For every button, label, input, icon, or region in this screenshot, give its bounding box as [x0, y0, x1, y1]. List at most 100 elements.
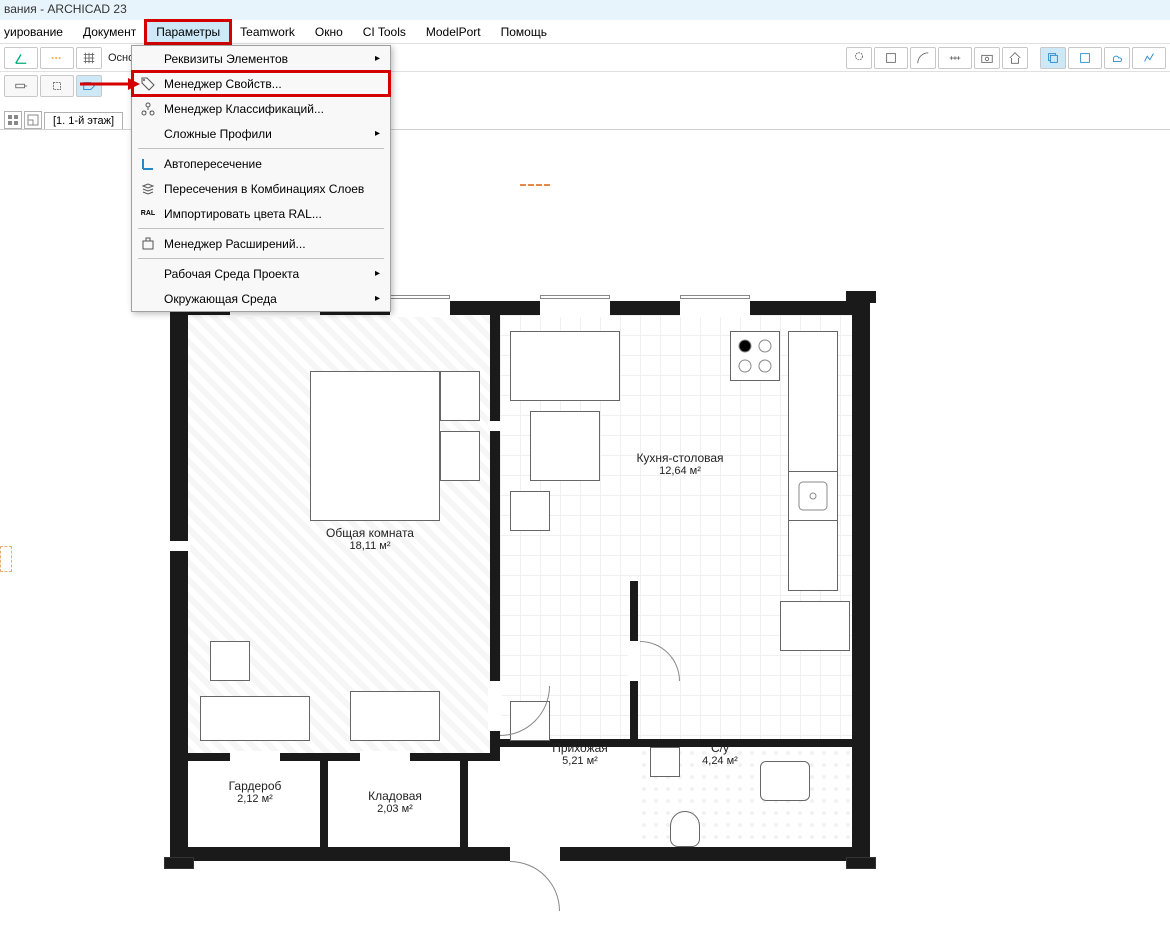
- section-marker: [520, 184, 550, 188]
- menu-teamwork[interactable]: Teamwork: [230, 21, 305, 43]
- door-opening: [230, 751, 280, 763]
- menu-item-label: Реквизиты Элементов: [164, 52, 288, 66]
- tab-floorplan-icon[interactable]: [24, 111, 42, 129]
- tool-measure[interactable]: [938, 47, 972, 69]
- furniture-table: [530, 411, 600, 481]
- tool-select-method[interactable]: [874, 47, 908, 69]
- window-sill: [680, 295, 750, 299]
- fixture-shower: [650, 747, 680, 777]
- wall: [460, 761, 468, 851]
- menu-auto-intersection[interactable]: Автопересечение: [132, 151, 390, 176]
- title-bar: вания - ARCHICAD 23: [0, 0, 1170, 20]
- furniture-nightstand: [440, 431, 480, 481]
- room-label-wardrobe: Гардероб 2,12 м²: [210, 779, 300, 805]
- menu-work-environment[interactable]: Окружающая Среда▸: [132, 286, 390, 311]
- furniture-nightstand: [440, 371, 480, 421]
- menu-property-manager[interactable]: Менеджер Свойств...: [132, 71, 390, 96]
- opening: [488, 421, 502, 431]
- submenu-arrow-icon: ▸: [375, 268, 380, 279]
- menu-item-label: Импортировать цвета RAL...: [164, 207, 322, 221]
- door-opening: [360, 751, 410, 763]
- tool-render[interactable]: [1132, 47, 1166, 69]
- room-area: 12,64 м²: [610, 465, 750, 477]
- parameters-dropdown: Реквизиты Элементов ▸ Менеджер Свойств...…: [131, 45, 391, 312]
- tab-floor-1[interactable]: [1. 1-й этаж]: [44, 112, 123, 129]
- menu-window[interactable]: Окно: [305, 21, 353, 43]
- menu-document[interactable]: Документ: [73, 21, 146, 43]
- menu-edit[interactable]: уирование: [0, 21, 73, 43]
- window: [540, 299, 610, 317]
- tool-trace[interactable]: [1040, 47, 1066, 69]
- tool-arc[interactable]: [910, 47, 936, 69]
- menu-citools[interactable]: CI Tools: [353, 21, 416, 43]
- ral-icon: RAL: [140, 206, 156, 222]
- menu-modelport[interactable]: ModelPort: [416, 21, 491, 43]
- menu-complex-profiles[interactable]: Сложные Профили ▸: [132, 121, 390, 146]
- tool-guideline[interactable]: [40, 47, 74, 69]
- door-opening: [628, 641, 640, 681]
- menu-addon-manager[interactable]: Менеджер Расширений...: [132, 231, 390, 256]
- intersect-icon: [140, 156, 156, 172]
- submenu-arrow-icon: ▸: [375, 128, 380, 139]
- furniture-stove: [730, 331, 780, 381]
- menu-item-label: Автопересечение: [164, 157, 262, 171]
- tool-lasso[interactable]: [846, 47, 872, 69]
- tree-icon: [140, 101, 156, 117]
- furniture-chair: [510, 491, 550, 531]
- tool-elevation[interactable]: [40, 75, 74, 97]
- menu-separator: [138, 148, 384, 149]
- furniture-counter: [788, 331, 838, 591]
- tool-section[interactable]: [4, 75, 38, 97]
- wall-end: [164, 857, 194, 869]
- room-label-storage: Кладовая 2,03 м²: [350, 789, 440, 815]
- room-area: 4,24 м²: [690, 755, 750, 767]
- window-sill: [390, 295, 450, 299]
- tool-camera[interactable]: [974, 47, 1000, 69]
- menu-item-label: Сложные Профили: [164, 127, 272, 141]
- furniture-chair: [210, 641, 250, 681]
- tool-grid[interactable]: [76, 47, 102, 69]
- opening: [168, 541, 190, 551]
- menu-item-label: Менеджер Расширений...: [164, 237, 306, 251]
- tool-cloud[interactable]: [1104, 47, 1130, 69]
- menu-classification-manager[interactable]: Менеджер Классификаций...: [132, 96, 390, 121]
- menu-separator: [138, 228, 384, 229]
- wall: [320, 761, 328, 851]
- menu-import-ral[interactable]: RAL Импортировать цвета RAL...: [132, 201, 390, 226]
- annotation-arrow: [80, 74, 140, 94]
- tool-trace-options[interactable]: [1068, 47, 1102, 69]
- wall-end: [846, 857, 876, 869]
- tab-grid-icon[interactable]: [4, 111, 22, 129]
- menu-layer-intersections[interactable]: Пересечения в Комбинациях Слоев: [132, 176, 390, 201]
- tool-home[interactable]: [1002, 47, 1028, 69]
- tag-icon: [140, 76, 156, 92]
- room-area: 2,12 м²: [210, 793, 300, 805]
- menu-help[interactable]: Помощь: [491, 21, 557, 43]
- furniture-sink: [788, 471, 838, 521]
- furniture-sofa: [350, 691, 440, 741]
- menu-project-environment[interactable]: Рабочая Среда Проекта▸: [132, 261, 390, 286]
- wall: [170, 301, 188, 861]
- submenu-arrow-icon: ▸: [375, 53, 380, 64]
- guide-marker: [0, 546, 12, 572]
- submenu-arrow-icon: ▸: [375, 293, 380, 304]
- room-name: Гардероб: [210, 779, 300, 793]
- menu-item-label: Менеджер Классификаций...: [164, 102, 324, 116]
- room-label-living: Общая комната 18,11 м²: [300, 526, 440, 552]
- floor-plan: Общая комната 18,11 м² Кухня-столовая 12…: [170, 301, 870, 881]
- room-label-bath: С/у 4,24 м²: [690, 741, 750, 767]
- menu-element-attributes[interactable]: Реквизиты Элементов ▸: [132, 46, 390, 71]
- menu-item-label: Пересечения в Комбинациях Слоев: [164, 182, 364, 196]
- window: [390, 299, 450, 317]
- door-swing: [510, 861, 560, 911]
- room-name: Кухня-столовая: [610, 451, 750, 465]
- room-area: 2,03 м²: [350, 803, 440, 815]
- room-name: Прихожая: [540, 741, 620, 755]
- window-sill: [540, 295, 610, 299]
- plugin-icon: [140, 236, 156, 252]
- tool-snap-angle[interactable]: [4, 47, 38, 69]
- fixture-sink: [760, 761, 810, 801]
- menu-parameters[interactable]: Параметры: [146, 21, 230, 43]
- menu-bar: уирование Документ Параметры Teamwork Ок…: [0, 20, 1170, 44]
- room-name: Кладовая: [350, 789, 440, 803]
